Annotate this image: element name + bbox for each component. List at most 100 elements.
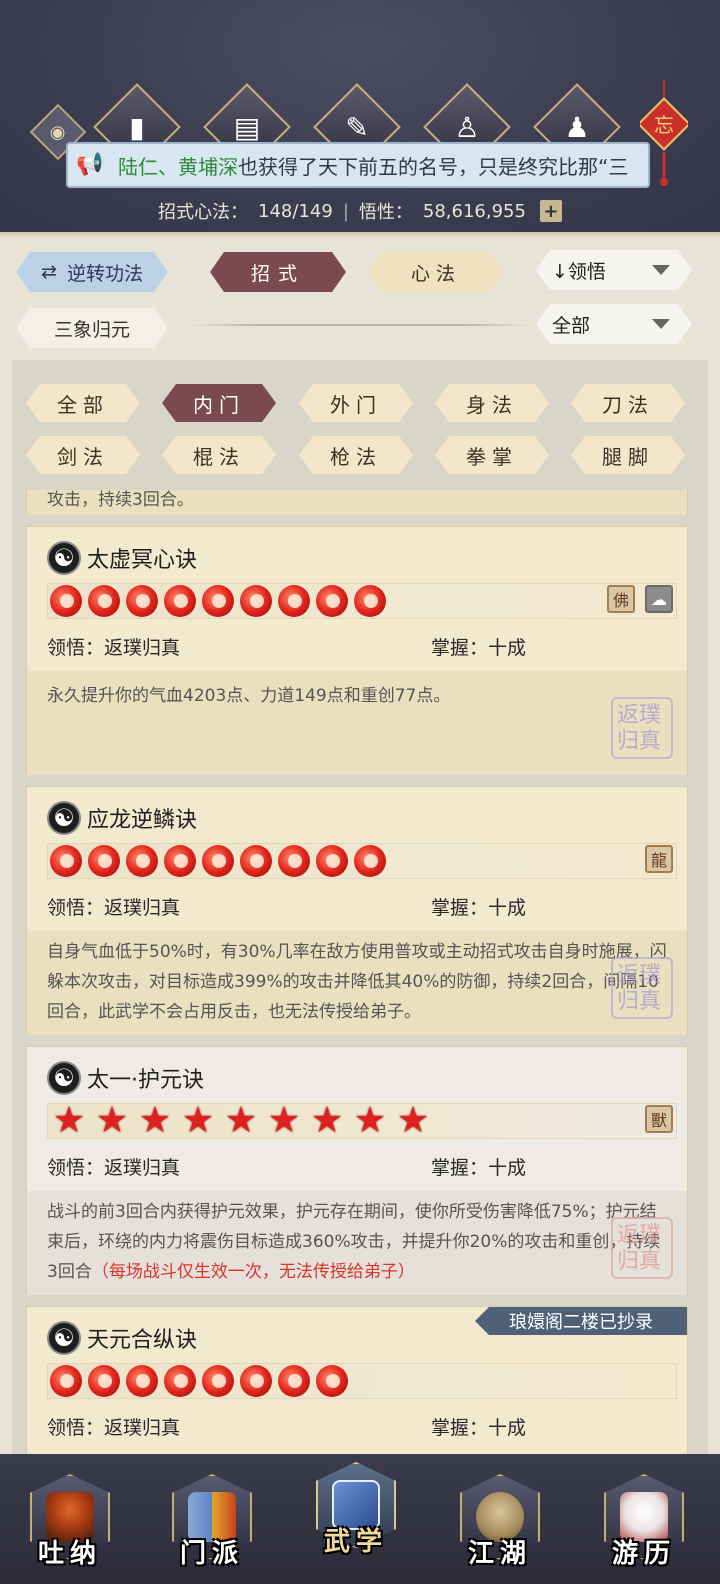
filter-dropdown[interactable]: 全部: [536, 304, 692, 344]
skill-card[interactable]: 琅嬛阁二楼已抄录 ☯ 天元合纵诀 领悟：返璞归真 掌握：十成: [26, 1306, 688, 1454]
megaphone-icon: 📢: [76, 152, 104, 177]
filter-chip-all[interactable]: 全部: [26, 384, 140, 422]
rank-star-icon: ★: [52, 1100, 86, 1141]
rank-orb-icon: [50, 1365, 82, 1397]
rank-orb-icon: [240, 585, 272, 617]
skill-card[interactable]: ☯ 应龙逆鳞诀 龍 领悟：返璞归真 掌握：十成 自身气血低于50%时，有30%几率…: [26, 786, 688, 1035]
comprehension-seal: 返璞归真: [611, 957, 673, 1019]
rank-star-icon: ★: [267, 1100, 301, 1141]
filter-chip-inner[interactable]: 内门: [162, 384, 276, 422]
skill-desc: 自身气血低于50%时，有30%几率在敌方使用普攻或主动招式攻击自身时施展，闪躲本…: [47, 942, 667, 1022]
skill-title: 应龙逆鳞诀: [87, 808, 198, 833]
announcement-ticker: 📢 陆仁、黄埔深也获得了天下前五的名号，只是终究比那“三: [66, 142, 650, 188]
sort-dropdown[interactable]: ↓领悟: [536, 250, 692, 290]
rank-orb-icon: [202, 845, 234, 877]
filter-chip-spear[interactable]: 枪法: [299, 436, 413, 474]
rank-orb-icon: [354, 585, 386, 617]
skills-value: 148/149: [258, 200, 333, 222]
comprehension-label: 领悟：: [47, 1417, 105, 1439]
rank-orb-icon: [126, 585, 158, 617]
comprehension-label: 领悟：: [47, 637, 105, 659]
nav-jianghu[interactable]: 江湖: [452, 1474, 548, 1570]
nav-travel[interactable]: 游历: [596, 1474, 692, 1570]
filter-chip-leg[interactable]: 腿脚: [571, 436, 685, 474]
eye-icon: ◉: [50, 121, 66, 143]
nav-sect[interactable]: 门派: [164, 1474, 260, 1570]
skill-title: 太一·护元诀: [87, 1068, 204, 1093]
chevron-down-icon: [652, 265, 670, 275]
rank-orb-icon: [164, 845, 196, 877]
nav-breathing[interactable]: 吐纳: [22, 1474, 118, 1570]
tab-mind[interactable]: 心法: [368, 252, 504, 292]
dragon-badge-icon[interactable]: 龍: [645, 845, 673, 873]
tab-moves[interactable]: 招式: [210, 252, 346, 292]
rank-orbs: [47, 1363, 677, 1399]
nav-martial-arts[interactable]: 武学: [308, 1462, 404, 1558]
rank-star-icon: ★: [95, 1100, 129, 1141]
reverse-technique-button[interactable]: ⇄ 逆转功法: [16, 252, 168, 292]
rank-star-icon: ★: [181, 1100, 215, 1141]
rank-orb-icon: [50, 845, 82, 877]
yin-yang-icon: ☯: [47, 1321, 81, 1355]
rank-orb-icon: [88, 585, 120, 617]
skill-desc: 永久提升你的气血4203点、力道149点和重创77点。: [47, 686, 451, 706]
rank-orb-icon: [88, 1365, 120, 1397]
three-elements-button[interactable]: 三象归元: [16, 308, 168, 348]
rank-orb-icon: [278, 585, 310, 617]
mastery-label: 掌握：: [431, 637, 489, 659]
cloud-badge-icon[interactable]: ☁: [645, 585, 673, 613]
filter-chip-movement[interactable]: 身法: [435, 384, 549, 422]
rank-orbs: [47, 843, 677, 879]
rank-orb-icon: [202, 585, 234, 617]
stats-bar: 招式心法： 148/149 | 悟性： 58,616,955 +: [0, 196, 720, 226]
mastery-value: 十成: [488, 1157, 527, 1179]
mastery-value: 十成: [488, 1417, 527, 1439]
mastery-value: 十成: [488, 637, 527, 659]
comprehension-seal: 返璞归真: [611, 1217, 673, 1279]
comprehension-value: 返璞归真: [104, 897, 181, 919]
skill-desc-warning: （每场战斗仅生效一次，无法传授给弟子）: [91, 1262, 415, 1282]
filter-chip-outer[interactable]: 外门: [299, 384, 413, 422]
filter-chip-fist[interactable]: 拳掌: [435, 436, 549, 474]
mastery-value: 十成: [488, 897, 527, 919]
rank-star-icon: ★: [138, 1100, 172, 1141]
comprehension-value: 返璞归真: [104, 1417, 181, 1439]
skill-card[interactable]: ☯ 太一·护元诀 ★ ★ ★ ★ ★ ★ ★ ★ ★ 獸 领悟：返璞归真 掌握：十成 战斗的前3回…: [26, 1046, 688, 1295]
rank-orb-icon: [240, 845, 272, 877]
beast-badge-icon[interactable]: 獸: [645, 1105, 673, 1133]
rank-orb-icon: [316, 845, 348, 877]
skill-card[interactable]: ☯ 太虚冥心诀 佛 ☁ 领悟：返璞归真 掌握：十成 永久提升你的气血4203点、力…: [26, 526, 688, 775]
rank-orbs: [47, 583, 677, 619]
rank-orb-icon: [164, 1365, 196, 1397]
rank-orb-icon: [50, 585, 82, 617]
chevron-down-icon: [652, 319, 670, 329]
skill-title: 太虚冥心诀: [87, 548, 198, 573]
stats-separator: |: [342, 200, 349, 222]
bottom-nav: 吐纳 门派 武学 江湖 游历: [0, 1454, 720, 1584]
wisdom-value: 58,616,955: [422, 200, 526, 222]
filter-chip-blade[interactable]: 刀法: [571, 384, 685, 422]
filter-chip-staff[interactable]: 棍法: [162, 436, 276, 474]
rank-orb-icon: [202, 1365, 234, 1397]
mastery-label: 掌握：: [431, 897, 489, 919]
ticker-names: 陆仁、黄埔深: [118, 154, 238, 179]
buddha-badge-icon[interactable]: 佛: [607, 585, 635, 613]
mastery-label: 掌握：: [431, 1417, 489, 1439]
rank-stars: ★ ★ ★ ★ ★ ★ ★ ★ ★: [47, 1103, 677, 1139]
skill-card-partial[interactable]: 攻击，持续3回合。: [26, 490, 688, 515]
wisdom-label: 悟性：: [358, 202, 413, 223]
rank-star-icon: ★: [310, 1100, 344, 1141]
comprehension-label: 领悟：: [47, 897, 105, 919]
skills-label: 招式心法：: [158, 202, 249, 223]
yin-yang-icon: ☯: [47, 541, 81, 575]
skill-list[interactable]: 攻击，持续3回合。 ☯ 太虚冥心诀 佛 ☁ 领悟：返璞归真 掌握：十成 永久提升你…: [26, 490, 688, 1454]
ticker-text: 也获得了天下前五的名号，只是终究比那“三: [238, 154, 628, 179]
rank-orb-icon: [88, 845, 120, 877]
swap-icon: ⇄: [41, 261, 57, 283]
filter-chip-sword[interactable]: 剑法: [26, 436, 140, 474]
add-wisdom-button[interactable]: +: [539, 200, 562, 222]
rank-star-icon: ★: [353, 1100, 387, 1141]
rank-orb-icon: [278, 845, 310, 877]
rank-orb-icon: [278, 1365, 310, 1397]
rank-orb-icon: [126, 845, 158, 877]
